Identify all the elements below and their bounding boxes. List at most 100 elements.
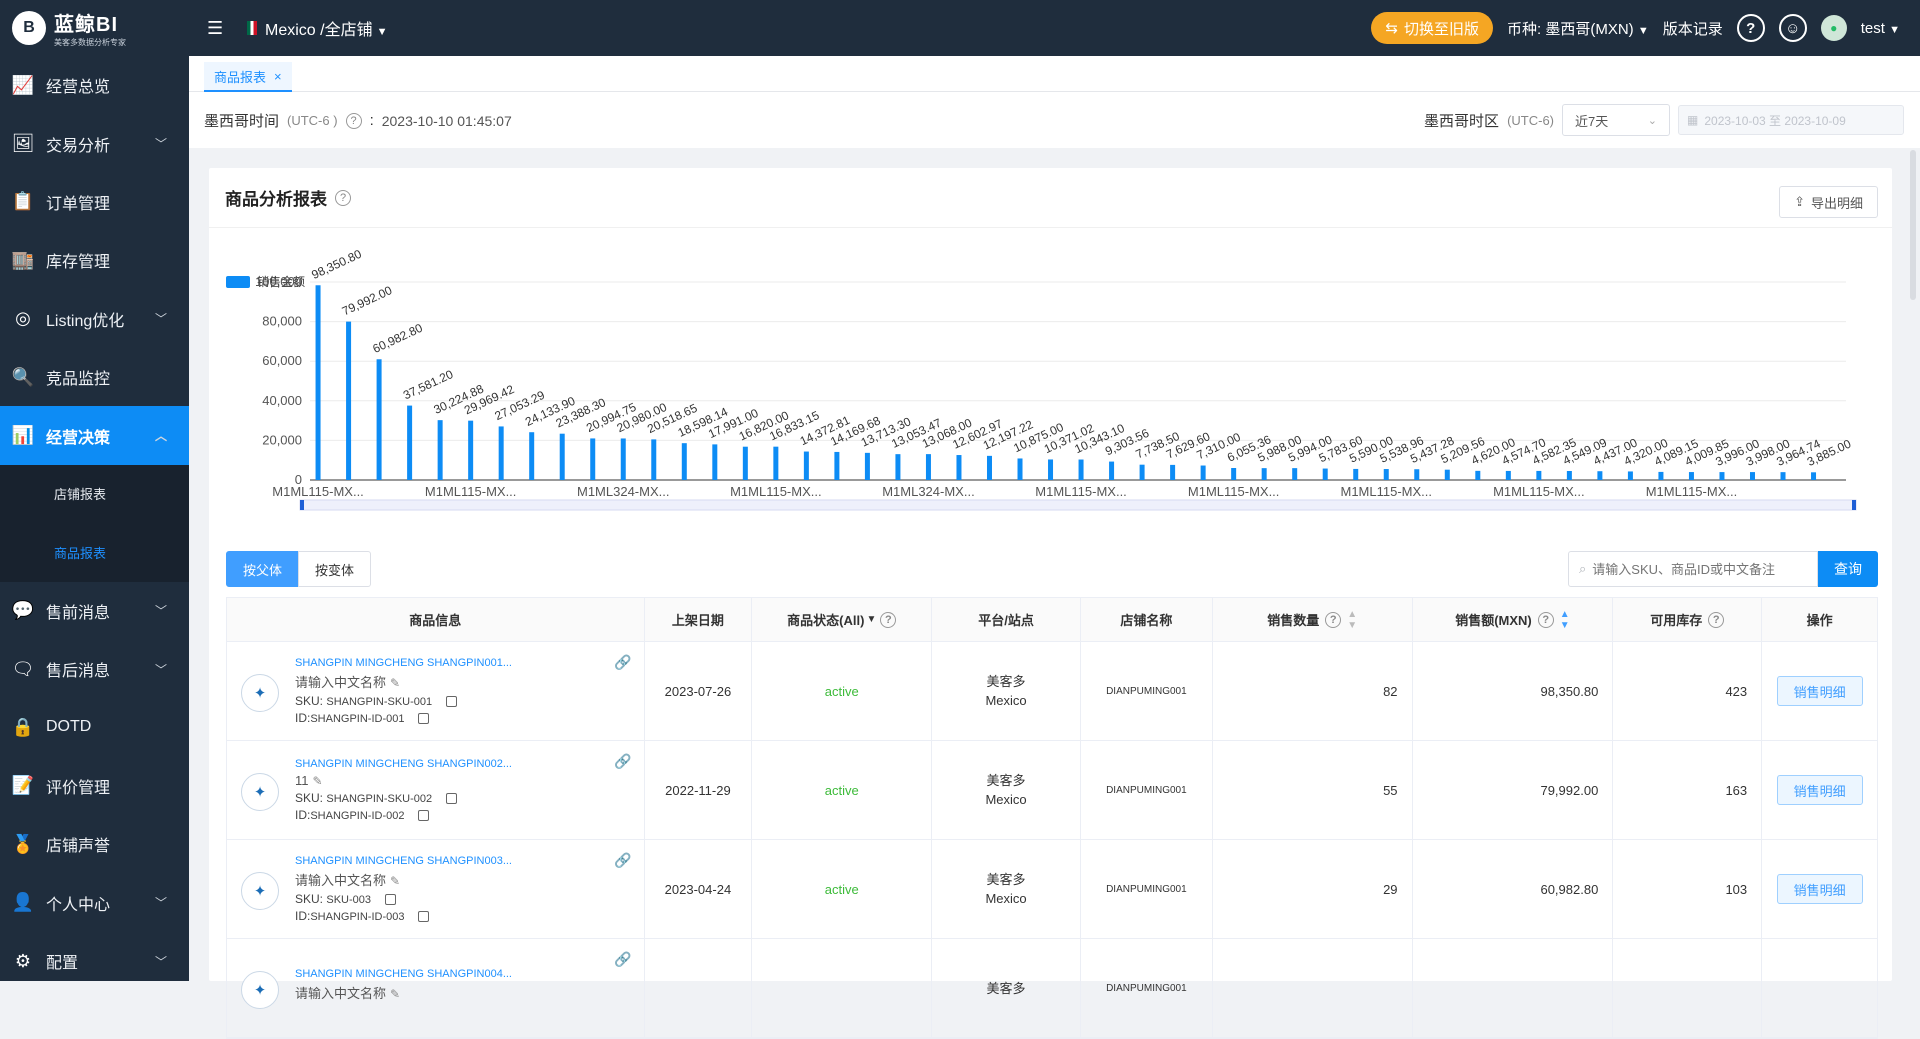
sidebar-item[interactable]: 🔍 竞品监控 [0, 348, 189, 406]
product-info-cell: ✦ SHANGPIN MINGCHENG SHANGPIN001... 请输入中… [227, 642, 645, 740]
copy-icon[interactable] [418, 911, 430, 923]
x-tick-label: M1ML115-MX... [1646, 484, 1738, 499]
range-select[interactable]: 近7天 ⌄ [1562, 104, 1670, 136]
header-stock-label: 可用库存 [1650, 613, 1703, 628]
y-tick-label: 100,000 [255, 274, 302, 289]
sort-icon[interactable]: ▲ ▼ [1347, 609, 1357, 631]
link-icon[interactable]: 🔗 [614, 753, 631, 770]
version-log-link[interactable]: 版本记录 [1663, 18, 1723, 39]
sidebar-subitem[interactable]: 商品报表 [0, 523, 189, 582]
sidebar-item[interactable]: 📋 订单管理 [0, 173, 189, 231]
sidebar-item[interactable]: ⚙ 配置 ﹀ [0, 932, 189, 990]
x-tick-label: M1ML115-MX... [425, 484, 517, 499]
link-icon[interactable]: 🔗 [614, 951, 631, 968]
sidebar-item[interactable]: 🏬 库存管理 [0, 231, 189, 289]
currency-selector[interactable]: 币种: 墨西哥(MXN) ▼ [1507, 18, 1649, 39]
sidebar-item[interactable]: 📊 经营决策 ︿ [0, 406, 189, 465]
header-platform: 平台/站点 [932, 598, 1081, 641]
currency-value: 墨西哥(MXN) [1545, 20, 1634, 38]
bar [559, 433, 565, 480]
sidebar-item[interactable]: 💬 售前消息 ﹀ [0, 582, 189, 640]
sidebar-item[interactable]: 📝 评价管理 [0, 757, 189, 815]
copy-icon[interactable] [385, 894, 396, 906]
by-parent-toggle[interactable]: 按父体 [226, 551, 300, 587]
copy-icon[interactable] [418, 713, 430, 725]
question-icon[interactable]: ? [880, 611, 897, 628]
bar [1292, 468, 1298, 480]
sidebar-item[interactable]: 🗨 售后消息 ﹀ [0, 640, 189, 698]
chat-bot-icon[interactable]: ☺ [1778, 14, 1807, 42]
list-date: 2022-11-29 [645, 741, 753, 839]
copy-icon[interactable] [446, 696, 458, 708]
sales-detail-button[interactable]: 销售明细 [1776, 676, 1863, 706]
product-thumbnail[interactable]: ✦ [241, 971, 279, 1009]
zone-offset: (UTC-6) [1507, 112, 1554, 128]
search-button[interactable]: 查询 [1818, 551, 1878, 587]
tab-product-report[interactable]: 商品报表 × [204, 62, 292, 92]
product-name-link[interactable]: SHANGPIN MINGCHENG SHANGPIN002... [295, 758, 512, 770]
sidebar-item[interactable]: 📈 经营总览 [0, 56, 189, 114]
edit-icon[interactable]: ✎ [390, 874, 400, 888]
header-sales[interactable]: 销售额(MXN)? ▲ ▼ [1413, 598, 1614, 641]
sidebar-item-label: 库存管理 [46, 254, 111, 272]
sidebar-item[interactable]: 🖼 交易分析 ﹀ [0, 114, 189, 172]
edit-icon[interactable]: ✎ [313, 774, 323, 788]
logo[interactable]: B 蓝鲸BI 美客多数据分析专家 [0, 0, 189, 56]
avatar[interactable]: ● [1820, 15, 1847, 41]
product-thumbnail[interactable]: ✦ [241, 872, 279, 910]
sort-desc-icon[interactable]: ▲ ▼ [1560, 609, 1570, 631]
page-scrollbar[interactable] [1910, 150, 1916, 300]
platform-cell: 美客多 [932, 939, 1081, 1037]
edit-icon[interactable]: ✎ [390, 987, 400, 1001]
header-status-label: 商品状态(All) [787, 613, 865, 628]
product-name-link[interactable]: SHANGPIN MINGCHENG SHANGPIN003... [295, 855, 512, 867]
bar [1078, 459, 1084, 480]
clipboard-icon: 📋 [11, 191, 35, 212]
bar [1688, 472, 1694, 480]
search-field[interactable]: ⌕ [1568, 551, 1818, 587]
close-icon[interactable]: × [274, 69, 282, 84]
shop-name: DIANPUMING001 [1081, 840, 1213, 938]
sidebar-subitem[interactable]: 店铺报表 [0, 464, 189, 524]
timezone-offset: (UTC-6 ) [287, 113, 338, 128]
product-thumbnail[interactable]: ✦ [241, 674, 279, 712]
question-icon[interactable]: ? [1708, 611, 1725, 628]
region-selector[interactable]: Mexico /全店铺 ▼ [265, 16, 387, 40]
edit-icon[interactable]: ✎ [390, 676, 400, 690]
bar [742, 446, 748, 480]
sales-detail-button[interactable]: 销售明细 [1776, 874, 1863, 904]
header-qty[interactable]: 销售数量? ▲ ▼ [1213, 598, 1413, 641]
sidebar-item[interactable]: 👤 个人中心 ﹀ [0, 873, 189, 931]
search-icon: ⌕ [1579, 561, 1587, 576]
export-button[interactable]: ⇪ 导出明细 [1779, 186, 1878, 218]
action-cell [1762, 939, 1877, 1037]
bar [1536, 470, 1542, 480]
sidebar-item[interactable]: 🏅 店铺声誉 [0, 815, 189, 873]
by-variant-toggle[interactable]: 按变体 [298, 551, 372, 587]
product-name-link[interactable]: SHANGPIN MINGCHENG SHANGPIN004... [295, 968, 512, 980]
search-input[interactable] [1592, 561, 1803, 577]
product-thumbnail[interactable]: ✦ [241, 773, 279, 811]
question-icon[interactable]: ? [345, 112, 362, 129]
product-name-link[interactable]: SHANGPIN MINGCHENG SHANGPIN001... [295, 657, 512, 669]
copy-icon[interactable] [418, 810, 430, 822]
zoom-handle-right [1852, 500, 1856, 510]
help-icon[interactable]: ? [1736, 14, 1765, 42]
user-menu[interactable]: test ▼ [1861, 20, 1900, 37]
date-range-picker[interactable]: ▦ 2023-10-03 至 2023-10-09 [1678, 105, 1904, 135]
link-icon[interactable]: 🔗 [614, 654, 631, 671]
link-icon[interactable]: 🔗 [614, 852, 631, 869]
header-status[interactable]: 商品状态(All) ▼? [752, 598, 933, 641]
sales-detail-button[interactable]: 销售明细 [1776, 775, 1863, 805]
chevron-down-icon: ﹀ [154, 137, 167, 152]
question-icon[interactable]: ? [1325, 611, 1342, 628]
sidebar-item[interactable]: 🔒 DOTD [0, 698, 189, 756]
decision-icon: 📊 [11, 425, 35, 446]
question-icon[interactable]: ? [1537, 611, 1554, 628]
copy-icon[interactable] [446, 793, 458, 805]
question-icon[interactable]: ? [335, 189, 351, 206]
sidebar-item[interactable]: ◎ Listing优化 ﹀ [0, 290, 189, 348]
shop-name: DIANPUMING001 [1081, 741, 1213, 839]
switch-old-version-button[interactable]: ⇆ 切换至旧版 [1371, 12, 1493, 44]
menu-toggle-icon[interactable]: ☰ [207, 18, 231, 39]
